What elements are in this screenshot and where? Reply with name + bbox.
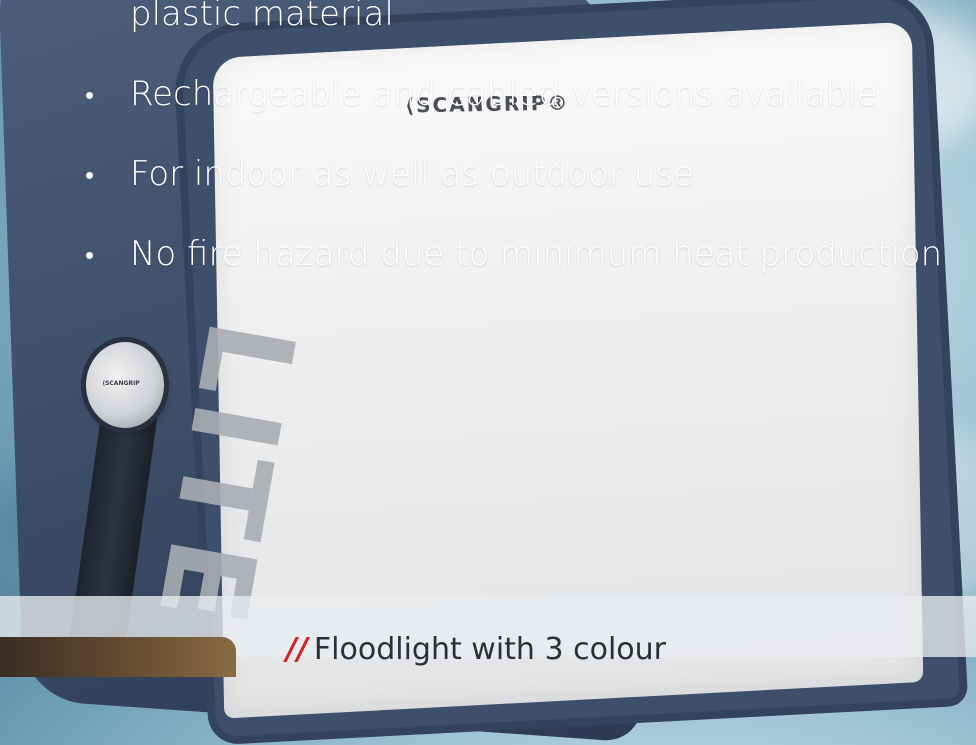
feature-item: No fire hazard due to minimum heat produ… [86,214,942,294]
feature-item: Rechargeable and cabled versions availab… [86,54,942,134]
headline-text: Floodlight with 3 colour [313,632,666,667]
knob-brand-label: ⟨SCANGRIP [102,380,140,387]
feature-text: plastic material [130,0,394,34]
feature-item: For indoor as well as outdoor use [86,134,942,214]
headline-prefix: // [286,632,308,667]
bullet-icon [86,252,93,259]
feature-text: No fire hazard due to minimum heat produ… [130,234,943,274]
bullet-icon [86,92,93,99]
feature-text: Rechargeable and cabled versions availab… [130,74,878,114]
bullet-icon [86,172,93,179]
feature-text: For indoor as well as outdoor use [130,154,694,194]
product-thumbnail[interactable] [0,637,236,677]
section-headline[interactable]: //Floodlight with 3 colour [286,632,666,667]
feature-list: plastic material Rechargeable and cabled… [86,0,942,294]
feature-item: plastic material [86,0,942,54]
